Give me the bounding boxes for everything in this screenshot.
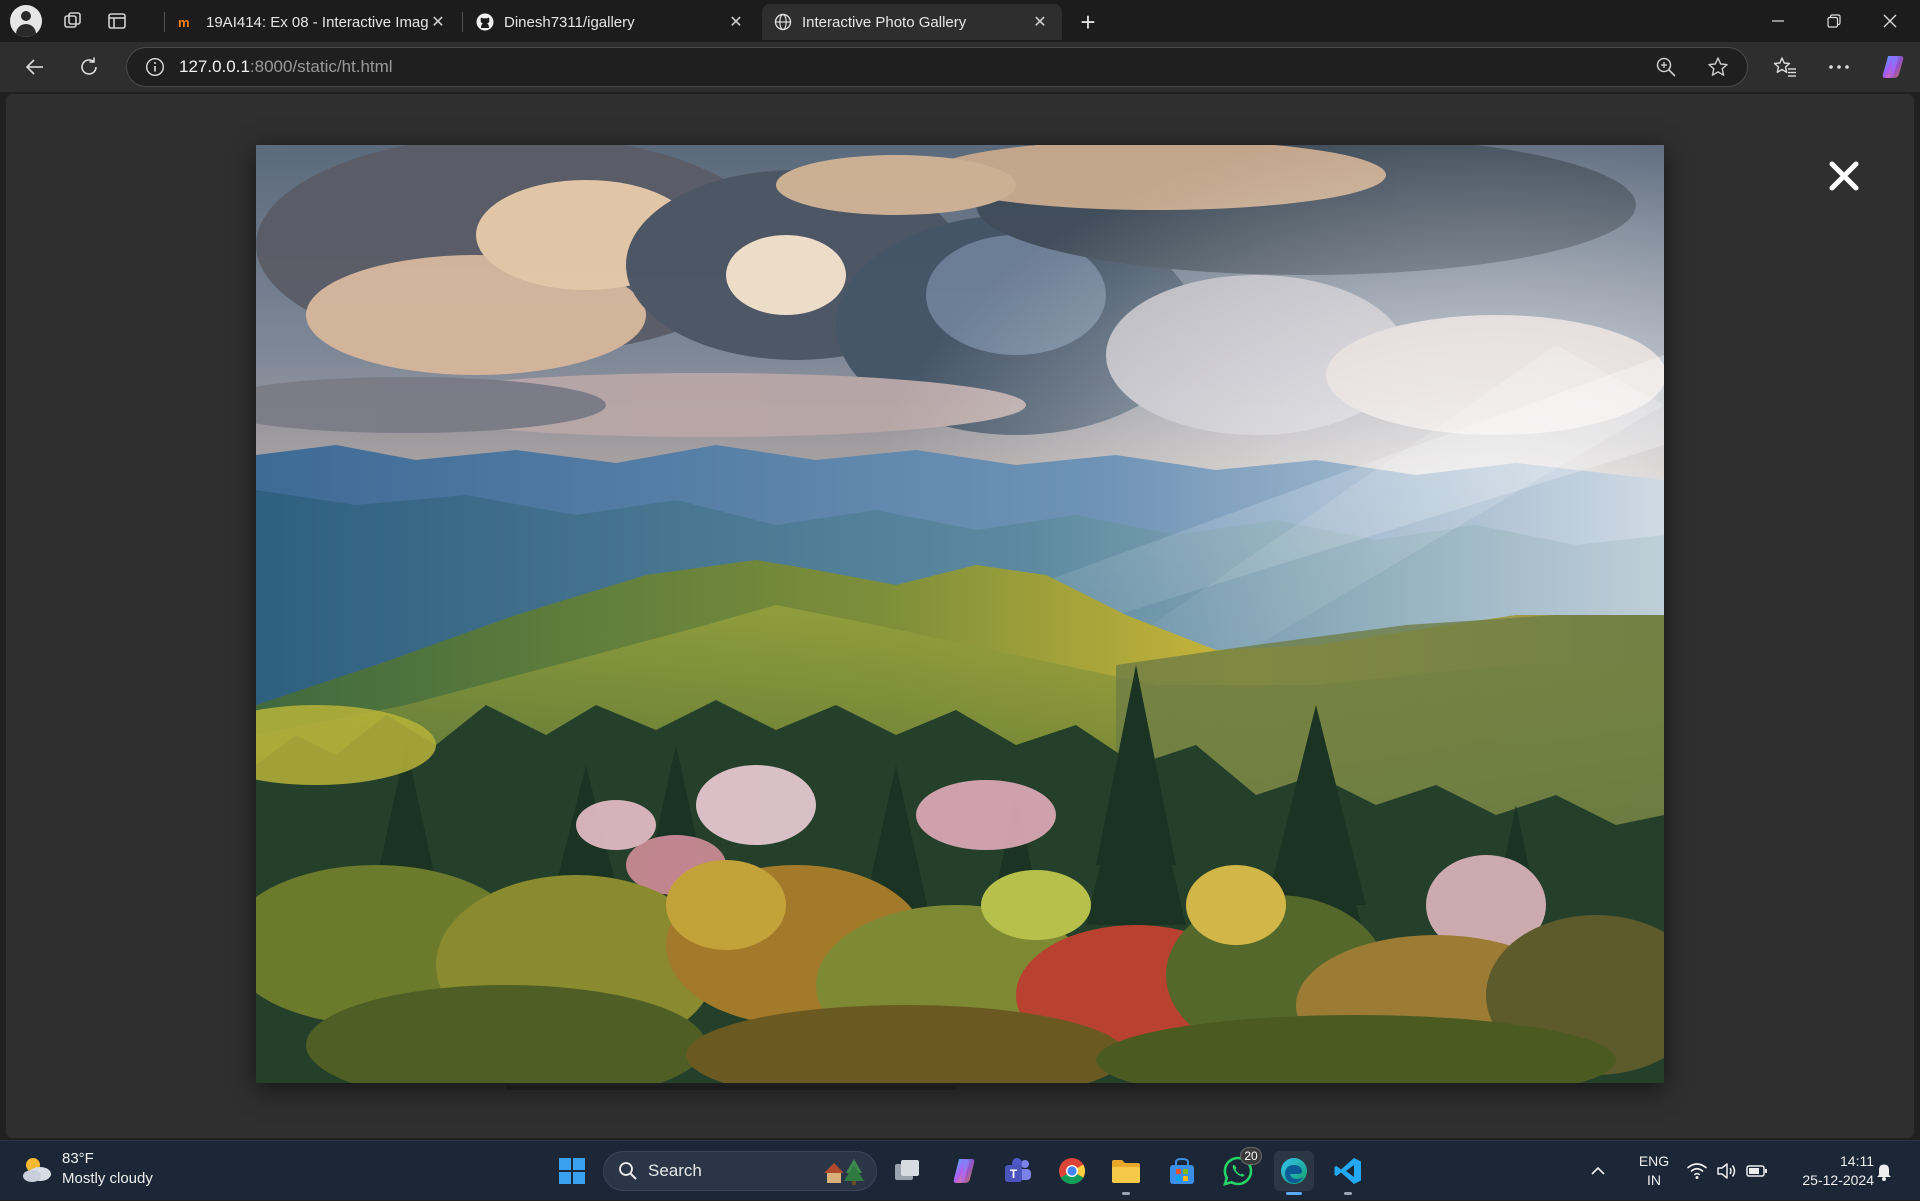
favorite-star-icon[interactable] — [1707, 56, 1729, 78]
chrome-icon[interactable] — [1052, 1151, 1092, 1191]
workspaces-icon[interactable] — [58, 6, 88, 36]
more-options-icon[interactable] — [1822, 51, 1856, 83]
profile-avatar-icon[interactable] — [10, 5, 42, 37]
copilot-icon[interactable] — [1876, 51, 1910, 83]
edge-icon[interactable] — [1274, 1151, 1314, 1195]
wifi-icon — [1686, 1162, 1708, 1180]
region-code: IN — [1647, 1172, 1661, 1188]
windows-taskbar: 83°F Mostly cloudy Search T 20 ENG IN 14… — [0, 1140, 1920, 1200]
volume-icon — [1716, 1162, 1738, 1180]
system-clock[interactable]: 14:11 25-12-2024 — [1780, 1152, 1874, 1190]
tab-separator — [462, 12, 463, 32]
globe-icon — [774, 13, 792, 31]
show-hidden-icons-chevron-icon[interactable] — [1590, 1141, 1614, 1201]
url-host: 127.0.0.1 — [179, 57, 250, 76]
active-app-indicator — [1286, 1192, 1302, 1195]
tab-separator — [164, 12, 165, 32]
close-window-icon[interactable] — [1862, 0, 1918, 42]
browser-viewport — [0, 92, 1920, 1140]
svg-text:m: m — [178, 15, 190, 29]
copilot-app-icon[interactable] — [944, 1151, 984, 1191]
close-tab-icon[interactable]: ✕ — [726, 12, 746, 32]
back-arrow-icon[interactable] — [18, 51, 52, 83]
notification-bell-icon[interactable] — [1874, 1141, 1904, 1201]
teams-icon[interactable]: T — [998, 1151, 1038, 1191]
running-indicator — [1122, 1192, 1130, 1195]
close-tab-icon[interactable]: ✕ — [1030, 12, 1050, 32]
holiday-search-highlight-icon — [820, 1157, 866, 1185]
minimize-icon[interactable] — [1750, 0, 1806, 42]
site-info-icon[interactable] — [145, 57, 165, 77]
task-view-icon[interactable] — [888, 1151, 928, 1191]
favorites-icon[interactable] — [1768, 51, 1802, 83]
windows-start-icon[interactable] — [552, 1151, 592, 1191]
battery-icon — [1746, 1164, 1768, 1178]
file-explorer-icon[interactable] — [1106, 1151, 1146, 1195]
close-tab-icon[interactable]: ✕ — [428, 12, 448, 32]
vscode-icon[interactable] — [1328, 1151, 1368, 1195]
moodle-icon: m — [178, 13, 196, 31]
taskbar-search-box[interactable]: Search — [603, 1151, 877, 1191]
search-placeholder: Search — [648, 1161, 702, 1180]
weather-condition: Mostly cloudy — [62, 1170, 153, 1187]
microsoft-store-icon[interactable] — [1162, 1151, 1202, 1191]
clock-time: 14:11 — [1840, 1153, 1874, 1169]
vertical-tabs-icon[interactable] — [102, 6, 132, 36]
input-language-indicator[interactable]: ENG IN — [1632, 1152, 1676, 1190]
whatsapp-icon[interactable]: 20 — [1218, 1147, 1262, 1191]
url-path: :8000/static/ht.html — [249, 57, 393, 76]
image-strip-scrollbar[interactable] — [506, 1086, 1416, 1090]
new-tab-button[interactable]: + — [1072, 6, 1104, 38]
whatsapp-unread-badge: 20 — [1240, 1147, 1262, 1165]
language-code: ENG — [1638, 1153, 1670, 1169]
url-text: 127.0.0.1:8000/static/ht.html — [179, 57, 393, 77]
tab-title: Dinesh7311/igallery — [504, 13, 635, 31]
system-tray-quick-settings[interactable] — [1686, 1141, 1768, 1201]
tab-strip: m 19AI414: Ex 08 - Interactive Image ✕ D… — [0, 0, 1920, 42]
svg-text:T: T — [1010, 1167, 1018, 1181]
scrollbar-thumb[interactable] — [506, 1086, 956, 1090]
address-bar[interactable]: 127.0.0.1:8000/static/ht.html — [126, 47, 1748, 87]
browser-toolbar: 127.0.0.1:8000/static/ht.html — [0, 42, 1920, 92]
cloudy-weather-icon — [20, 1154, 54, 1184]
tab-title: Interactive Photo Gallery — [802, 13, 967, 31]
running-indicator — [1344, 1192, 1352, 1195]
restore-icon[interactable] — [1806, 0, 1862, 42]
zoom-icon[interactable] — [1655, 56, 1677, 78]
close-lightbox-icon[interactable] — [1824, 156, 1864, 196]
gallery-lightbox-overlay — [6, 94, 1914, 1138]
tab-github[interactable]: Dinesh7311/igallery ✕ — [464, 4, 758, 40]
tab-interactive-photo-gallery[interactable]: Interactive Photo Gallery ✕ — [762, 4, 1062, 40]
refresh-icon[interactable] — [72, 51, 106, 83]
github-icon — [476, 13, 494, 31]
tab-moodle[interactable]: m 19AI414: Ex 08 - Interactive Image ✕ — [166, 4, 460, 40]
weather-temperature: 83°F — [62, 1150, 94, 1167]
clock-date: 25-12-2024 — [1802, 1172, 1874, 1188]
tab-title: 19AI414: Ex 08 - Interactive Image — [206, 13, 428, 31]
lightbox-image — [256, 145, 1664, 1083]
search-icon — [618, 1161, 638, 1181]
weather-widget[interactable]: 83°F Mostly cloudy — [20, 1149, 153, 1189]
